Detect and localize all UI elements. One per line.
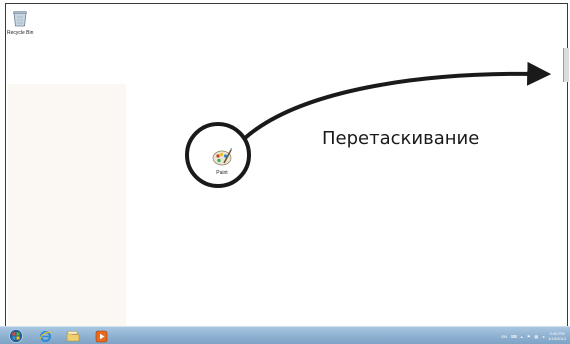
- flag-icon[interactable]: ⚑: [527, 334, 531, 339]
- folder-icon: [66, 331, 80, 342]
- media-player-icon: [95, 330, 107, 342]
- windows-orb-icon: [9, 329, 23, 343]
- internet-explorer-button[interactable]: [36, 329, 54, 343]
- network-icon[interactable]: ▦: [534, 334, 538, 339]
- paint-label: Paint: [216, 170, 228, 176]
- media-player-button[interactable]: [92, 329, 110, 343]
- paint-palette-icon: [212, 148, 232, 166]
- volume-icon[interactable]: ◂: [542, 334, 544, 339]
- desktop[interactable]: Recycle Bin Paint Перетаскивание: [5, 3, 568, 326]
- internet-explorer-icon: [39, 330, 51, 342]
- language-indicator[interactable]: EN: [501, 334, 507, 339]
- recycle-bin-shortcut[interactable]: Recycle Bin: [7, 9, 33, 36]
- paint-shortcut[interactable]: Paint: [206, 147, 238, 176]
- windows-explorer-button[interactable]: [64, 329, 82, 343]
- left-panel: [8, 84, 126, 326]
- drag-annotation-label: Перетаскивание: [322, 128, 480, 149]
- screen: Recycle Bin Paint Перетаскивание EN ⌨ ▴ …: [0, 0, 570, 344]
- start-button[interactable]: [6, 329, 26, 343]
- recycle-bin-label: Recycle Bin: [7, 30, 34, 36]
- system-tray: EN ⌨ ▴ ⚑ ▦ ◂ 2:45 PM 1/16/2014: [501, 328, 566, 344]
- clock[interactable]: 2:45 PM 1/16/2014: [548, 331, 566, 341]
- keyboard-icon[interactable]: ⌨: [511, 334, 517, 339]
- clock-date: 1/16/2014: [548, 336, 566, 341]
- recycle-bin-icon: [13, 11, 27, 27]
- tray-expand-icon[interactable]: ▴: [521, 334, 523, 339]
- window-edge[interactable]: [563, 48, 569, 82]
- taskbar: EN ⌨ ▴ ⚑ ▦ ◂ 2:45 PM 1/16/2014: [0, 326, 570, 344]
